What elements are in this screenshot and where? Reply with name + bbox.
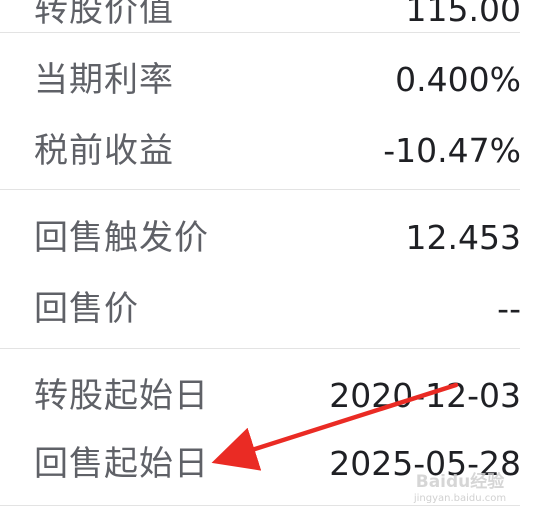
watermark-logo: Baidu经验 (415, 472, 505, 492)
pretax-yield-value: -10.47% (383, 131, 521, 170)
putback-trigger-price-value: 12.453 (405, 218, 521, 257)
conversion-value-label: 转股价值 (34, 0, 174, 30)
row-pretax-yield: 税前收益 -10.47% (0, 121, 543, 181)
section-divider (0, 348, 520, 349)
row-putback-trigger-price: 回售触发价 12.453 (0, 208, 543, 268)
section-divider (0, 189, 520, 190)
row-conversion-value: 转股价值 115.00 (0, 0, 543, 40)
bond-detail-screen: 转股价值 115.00 当期利率 0.400% 税前收益 -10.47% 回售触… (0, 0, 543, 513)
putback-price-label: 回售价 (34, 289, 139, 329)
row-putback-price: 回售价 -- (0, 279, 543, 339)
putback-trigger-price-label: 回售触发价 (34, 218, 209, 258)
conversion-value-value: 115.00 (405, 0, 521, 29)
section-divider (0, 32, 520, 33)
section-divider (0, 505, 520, 506)
watermark-url: jingyan.baidu.com (413, 493, 507, 504)
row-current-interest-rate: 当期利率 0.400% (0, 50, 543, 110)
row-conversion-start-date: 转股起始日 2020-12-03 (0, 366, 543, 426)
conversion-start-date-label: 转股起始日 (34, 376, 209, 416)
baidu-jingyan-watermark: Baidu经验 jingyan.baidu.com (395, 471, 525, 505)
putback-price-value: -- (497, 289, 521, 328)
current-interest-rate-value: 0.400% (395, 60, 521, 99)
pretax-yield-label: 税前收益 (34, 131, 174, 171)
putback-start-date-label: 回售起始日 (34, 444, 209, 484)
conversion-start-date-value: 2020-12-03 (329, 376, 521, 415)
current-interest-rate-label: 当期利率 (34, 60, 174, 100)
